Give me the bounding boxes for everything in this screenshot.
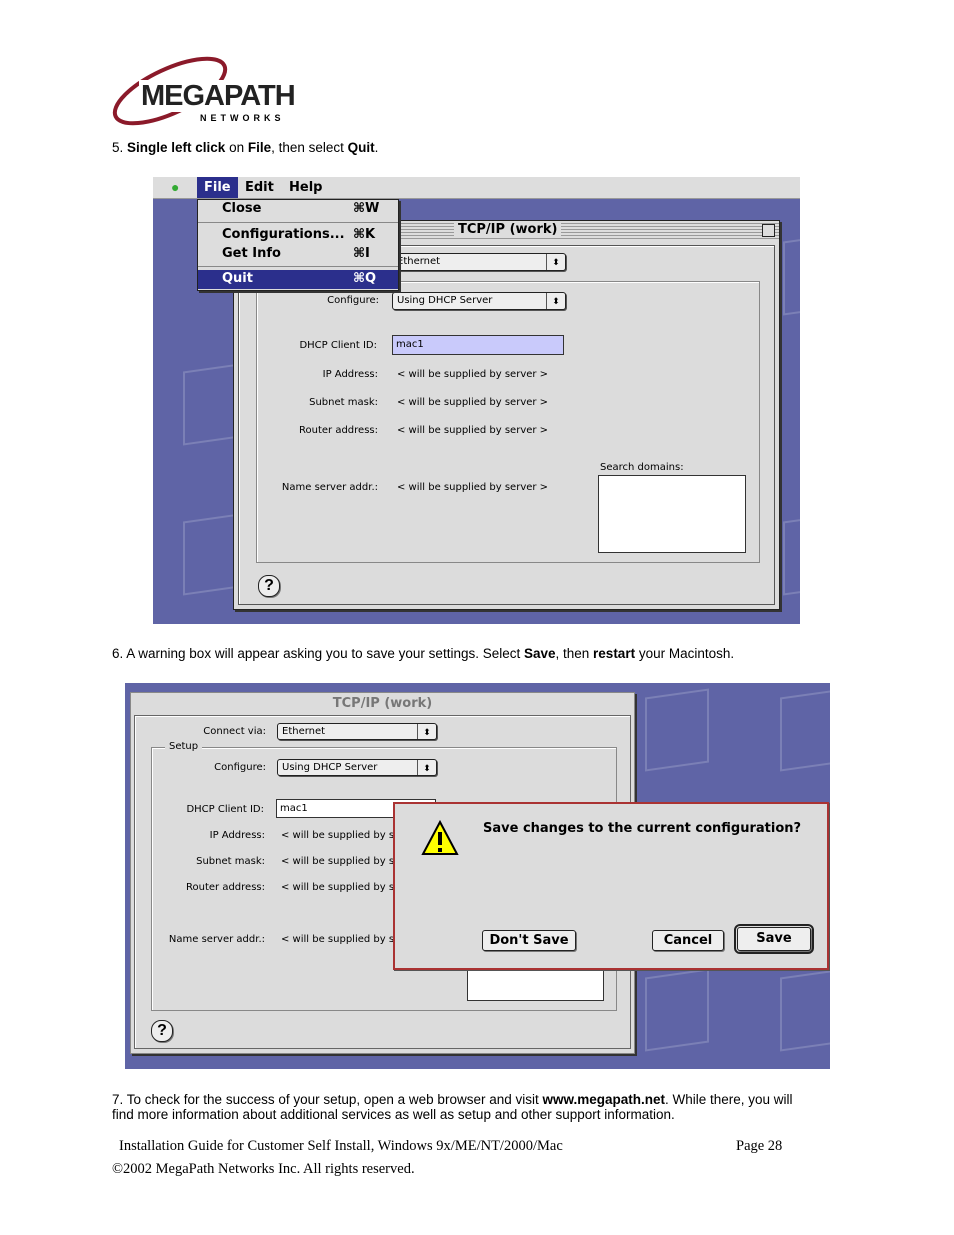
step-6: 6. A warning box will appear asking you … [112,646,735,661]
copyright: ©2002 MegaPath Networks Inc. All rights … [112,1161,415,1177]
step-5: 5. Single left click on File, then selec… [112,140,379,155]
warning-icon [421,820,459,855]
search-domains-input[interactable] [598,475,746,553]
connect-via-select[interactable]: Ethernet ⬍ [392,253,566,271]
save-button[interactable]: Save [734,924,814,954]
cancel-button[interactable]: Cancel [652,930,724,951]
menu-item-close[interactable]: Close [222,201,261,216]
configure-select[interactable]: Using DHCP Server ⬍ [392,292,566,310]
help-button[interactable]: ? [151,1020,173,1042]
document-page: MEGAPATH NETWORKS 5. Single left click o… [0,0,954,1235]
file-menu: Close ⌘W Configurations... ⌘K Get Info ⌘I Q… [197,199,399,291]
dont-save-button[interactable]: Don't Save [482,930,576,951]
configure-select[interactable]: Using DHCP Server ⬍ [277,759,437,776]
menu-bar: ● File Edit Help [153,177,800,199]
screenshot-quit-menu: ● File Edit Help TCP/IP (work) Ethernet ⬍… [153,177,800,624]
collapse-box-icon[interactable] [762,224,775,237]
dhcp-client-id-input[interactable]: mac1 [392,335,564,355]
connect-via-select[interactable]: Ethernet ⬍ [277,723,437,740]
menu-item-quit[interactable]: Quit ⌘Q [198,270,398,289]
dialog-message: Save changes to the current configuratio… [483,821,802,836]
menu-item-get-info[interactable]: Get Info [222,246,281,261]
menu-edit[interactable]: Edit [245,177,274,198]
menu-help[interactable]: Help [289,177,322,198]
megapath-logo: MEGAPATH NETWORKS [112,56,297,126]
step-7: 7. To check for the success of your setu… [112,1092,793,1122]
menu-item-configurations[interactable]: Configurations... [222,227,345,242]
menu-file[interactable]: File [197,177,238,198]
save-changes-dialog: Save changes to the current configuratio… [393,802,829,970]
page-number: Page 28 [736,1138,783,1154]
screenshot-save-dialog: TCP/IP (work) Connect via: Ethernet ⬍ Set… [125,683,830,1069]
help-button[interactable]: ? [258,575,280,597]
apple-icon[interactable]: ● [171,179,179,195]
footer-guide-title: Installation Guide for Customer Self Ins… [119,1138,563,1154]
